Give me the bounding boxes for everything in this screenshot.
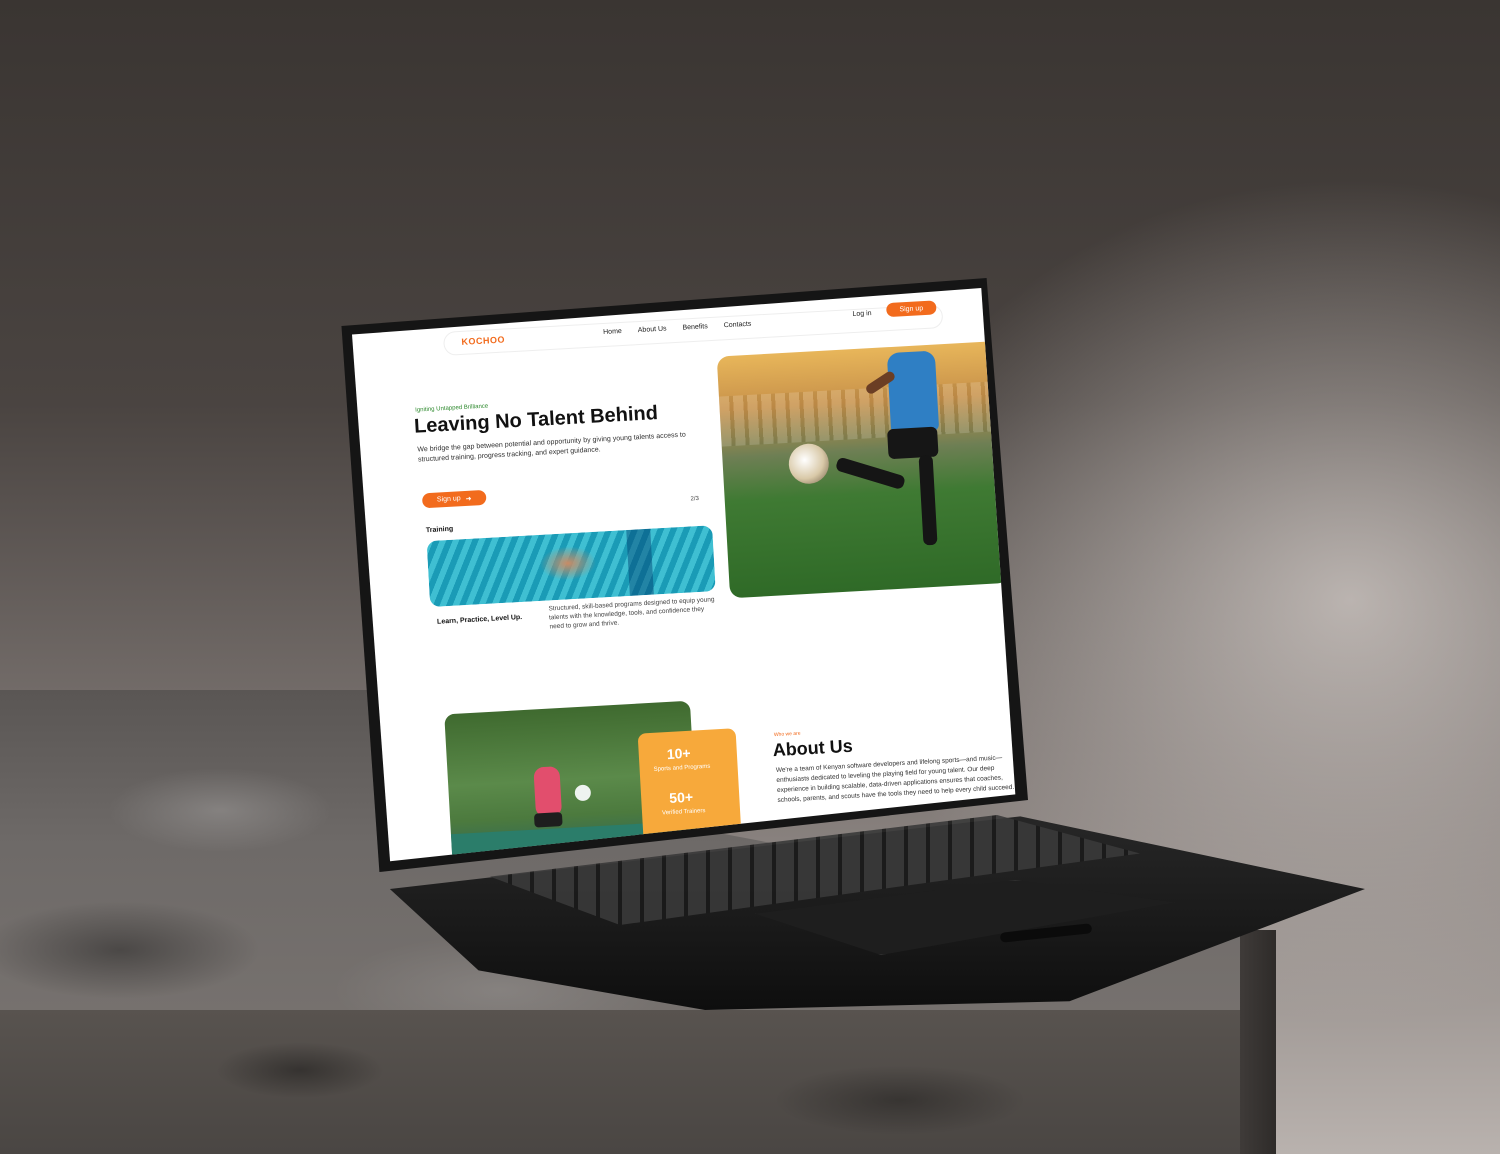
juggling-ball: [574, 784, 592, 802]
training-label: Training: [425, 525, 454, 535]
stone-block-side: [1240, 930, 1276, 1154]
player-leg: [918, 454, 938, 546]
laptop-screen: KOCHOO Home About Us Benefits Contacts L…: [352, 288, 1016, 862]
stat-sports-label: Sports and Programs: [653, 763, 711, 773]
slide-counter: 2/3: [690, 495, 700, 503]
stat-trainers-label: Verified Trainers: [661, 808, 706, 817]
arrow-right-icon: ➜: [465, 495, 472, 503]
player-shorts: [887, 426, 939, 460]
hero-image: [716, 341, 1010, 599]
player-jersey: [886, 350, 940, 434]
stadium-stands: [718, 381, 1002, 447]
player-girl-shorts: [533, 812, 563, 828]
hero-signup-label: Sign up: [436, 495, 461, 504]
website-viewport: KOCHOO Home About Us Benefits Contacts L…: [370, 288, 1015, 862]
soccer-ball: [787, 442, 830, 485]
login-link[interactable]: Log in: [852, 310, 871, 318]
nav-link-benefits[interactable]: Benefits: [682, 323, 708, 331]
stat-trainers-value: 50+: [668, 788, 694, 807]
player-kicking-leg: [834, 456, 906, 491]
hero-signup-button[interactable]: Sign up ➜: [421, 489, 487, 509]
about-description: We're a team of Kenyan software develope…: [775, 754, 1015, 804]
nav-link-home[interactable]: Home: [603, 328, 622, 336]
signup-button[interactable]: Sign up: [885, 300, 937, 318]
about-title: About Us: [772, 735, 854, 761]
stat-sports-value: 10+: [666, 744, 691, 763]
training-image[interactable]: [426, 525, 716, 608]
training-heading: Learn, Practice, Level Up.: [436, 613, 523, 626]
player-girl: [533, 766, 563, 818]
stone-block-front: [0, 1010, 1275, 1154]
training-description: Structured, skill-based programs designe…: [548, 596, 715, 631]
about-eyebrow: Who we are: [773, 730, 801, 739]
